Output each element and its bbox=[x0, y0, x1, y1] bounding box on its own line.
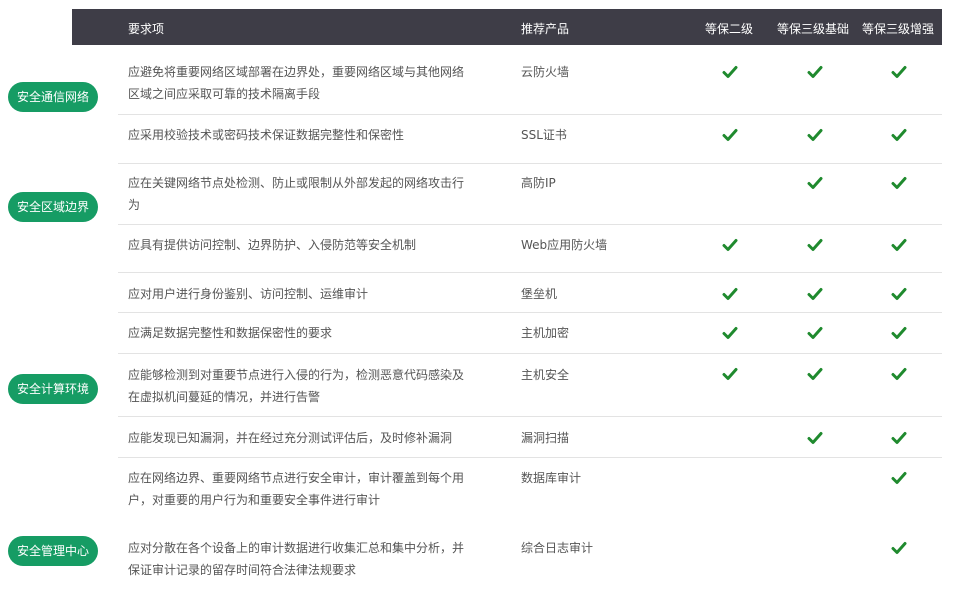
requirement-text: 应避免将重要网络区域部署在边界处，重要网络区域与其他网络区域之间应采取可靠的技术… bbox=[128, 65, 465, 101]
header-product: 推荐产品 bbox=[521, 22, 570, 36]
row-divider bbox=[118, 272, 942, 273]
check-icon bbox=[722, 237, 738, 253]
recommended-product: 云防火墙 bbox=[521, 65, 570, 79]
recommended-product: 主机加密 bbox=[521, 326, 570, 340]
check-icon bbox=[891, 64, 907, 80]
requirement-text: 应满足数据完整性和数据保密性的要求 bbox=[128, 326, 333, 340]
check-icon bbox=[722, 286, 738, 302]
check-icon bbox=[807, 430, 823, 446]
check-icon bbox=[891, 175, 907, 191]
category-badge-management-center: 安全管理中心 bbox=[8, 536, 98, 566]
row-divider bbox=[118, 457, 942, 458]
requirement-text: 应对用户进行身份鉴别、访问控制、运维审计 bbox=[128, 287, 369, 301]
header-level3-enhanced: 等保三级增强 bbox=[862, 22, 935, 36]
category-badge-area-boundary: 安全区域边界 bbox=[8, 192, 98, 222]
check-icon bbox=[722, 325, 738, 341]
check-icon bbox=[807, 175, 823, 191]
recommended-product: 主机安全 bbox=[521, 368, 570, 382]
recommended-product: 数据库审计 bbox=[521, 471, 582, 485]
row-divider bbox=[118, 163, 942, 164]
check-icon bbox=[807, 64, 823, 80]
check-icon bbox=[891, 430, 907, 446]
check-icon bbox=[807, 127, 823, 143]
recommended-product: 高防IP bbox=[521, 176, 556, 190]
check-icon bbox=[807, 366, 823, 382]
check-icon bbox=[807, 237, 823, 253]
row-divider bbox=[118, 353, 942, 354]
recommended-product: 堡垒机 bbox=[521, 287, 558, 301]
row-divider bbox=[118, 312, 942, 313]
check-icon bbox=[891, 470, 907, 486]
requirement-text: 应具有提供访问控制、边界防护、入侵防范等安全机制 bbox=[128, 238, 417, 252]
requirement-text: 应在网络边界、重要网络节点进行安全审计，审计覆盖到每个用户，对重要的用户行为和重… bbox=[128, 471, 465, 507]
recommended-product: 综合日志审计 bbox=[521, 541, 594, 555]
check-icon bbox=[722, 64, 738, 80]
category-badge-comm-network: 安全通信网络 bbox=[8, 82, 98, 112]
recommended-product: 漏洞扫描 bbox=[521, 431, 570, 445]
header-level3-basic: 等保三级基础 bbox=[777, 22, 850, 36]
category-badge-computing-env: 安全计算环境 bbox=[8, 374, 98, 404]
check-icon bbox=[891, 366, 907, 382]
check-icon bbox=[891, 127, 907, 143]
check-icon bbox=[807, 286, 823, 302]
check-icon bbox=[807, 325, 823, 341]
check-icon bbox=[722, 127, 738, 143]
recommended-product: Web应用防火墙 bbox=[521, 238, 608, 252]
row-divider bbox=[118, 224, 942, 225]
check-icon bbox=[891, 540, 907, 556]
recommended-product: SSL证书 bbox=[521, 128, 567, 142]
header-level2: 等保二级 bbox=[705, 22, 754, 36]
check-icon bbox=[891, 237, 907, 253]
check-icon bbox=[722, 366, 738, 382]
requirement-text: 应对分散在各个设备上的审计数据进行收集汇总和集中分析，并保证审计记录的留存时间符… bbox=[128, 541, 465, 577]
check-icon bbox=[891, 286, 907, 302]
requirement-text: 应在关键网络节点处检测、防止或限制从外部发起的网络攻击行为 bbox=[128, 176, 465, 212]
requirement-text: 应能够检测到对重要节点进行入侵的行为，检测恶意代码感染及在虚拟机间蔓延的情况，并… bbox=[128, 368, 465, 404]
requirement-text: 应采用校验技术或密码技术保证数据完整性和保密性 bbox=[128, 128, 405, 142]
header-requirement: 要求项 bbox=[128, 22, 165, 36]
check-icon bbox=[891, 325, 907, 341]
requirement-text: 应能发现已知漏洞，并在经过充分测试评估后，及时修补漏洞 bbox=[128, 431, 453, 445]
table-header: 要求项 推荐产品 等保二级 等保三级基础 等保三级增强 bbox=[72, 9, 942, 45]
row-divider bbox=[118, 114, 942, 115]
row-divider bbox=[118, 416, 942, 417]
